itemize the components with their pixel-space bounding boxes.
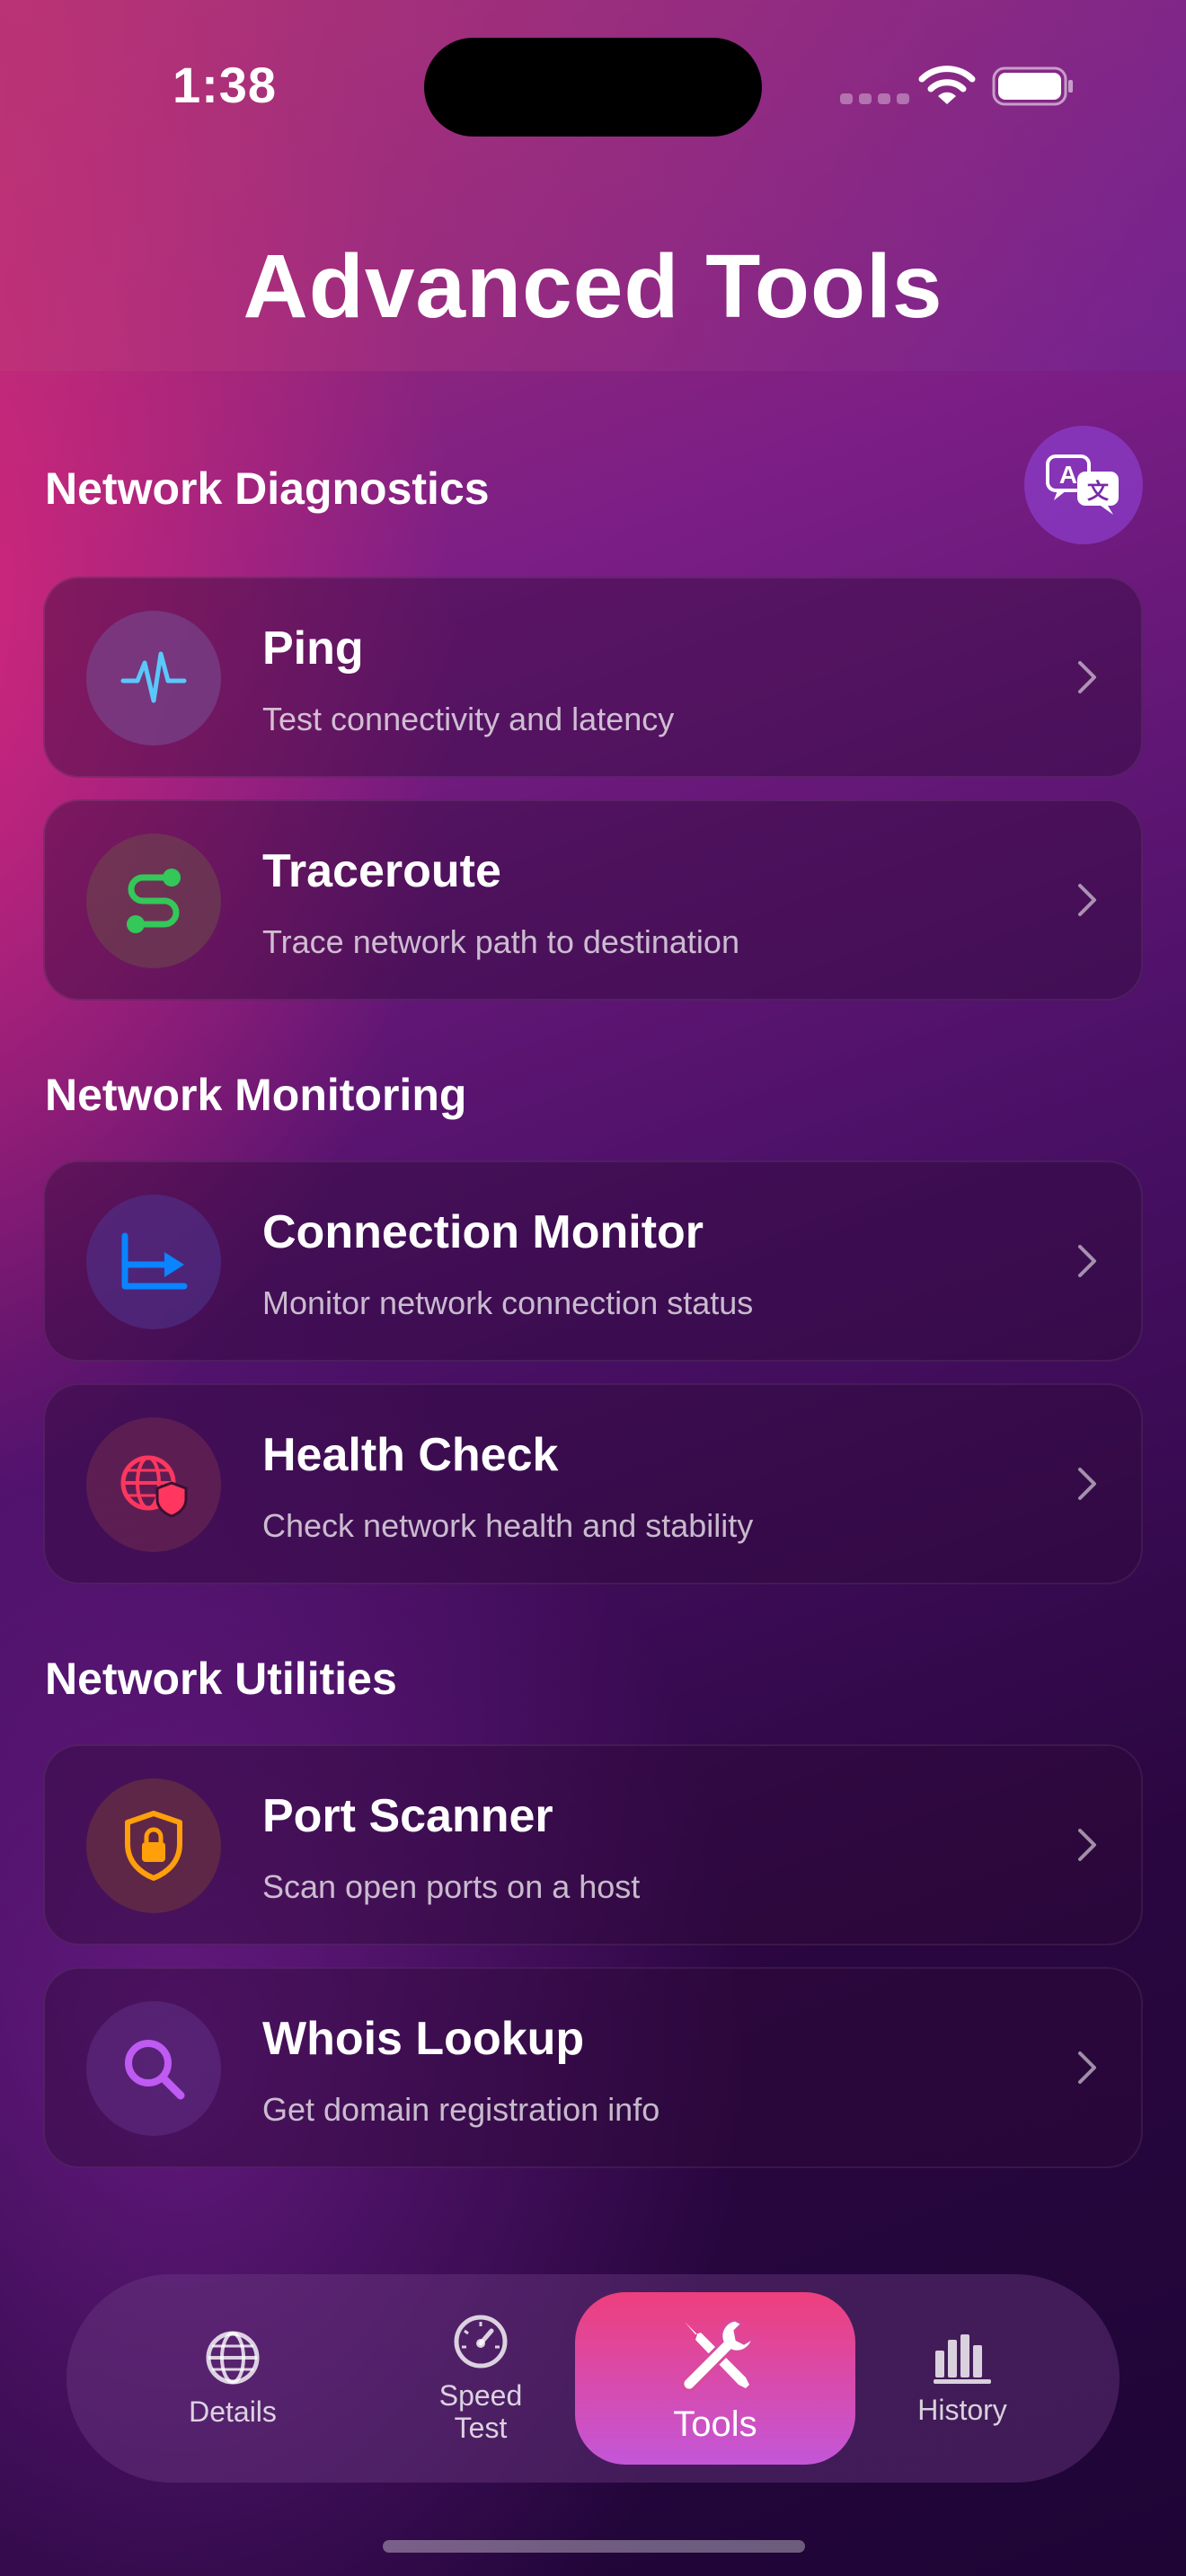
tool-title: Connection Monitor (262, 1206, 704, 1258)
battery-icon (992, 66, 1073, 106)
svg-text:文: 文 (1087, 479, 1110, 504)
wifi-icon (918, 66, 976, 104)
tab-bar: Details Speed Test Tools History (66, 2274, 1120, 2483)
status-time: 1:38 (172, 57, 278, 113)
lock-shield-icon (125, 1811, 182, 1881)
svg-text:A: A (1059, 461, 1077, 489)
globe-icon (206, 2331, 260, 2385)
tool-subtitle: Trace network path to destination (262, 923, 739, 960)
tool-title: Traceroute (262, 845, 501, 897)
tab-history[interactable]: History (850, 2274, 1075, 2483)
chevron-right-icon (1078, 661, 1096, 693)
tool-title: Port Scanner (262, 1790, 553, 1842)
tool-title: Whois Lookup (262, 2013, 585, 2065)
tab-tools[interactable]: Tools (575, 2292, 855, 2465)
dynamic-island (424, 38, 762, 137)
tool-subtitle: Scan open ports on a host (262, 1868, 641, 1905)
home-indicator (383, 2540, 805, 2553)
tool-card-connection-monitor[interactable]: Connection Monitor Monitor network conne… (43, 1160, 1143, 1362)
health-check-icon-badge (86, 1417, 221, 1552)
tab-label: Details (189, 2395, 277, 2428)
tool-subtitle: Get domain registration info (262, 2091, 660, 2128)
chevron-right-icon (1078, 1468, 1096, 1500)
section-title-monitoring: Network Monitoring (45, 1070, 467, 1120)
translate-icon: A 文 (1046, 454, 1119, 515)
chevron-right-icon (1078, 884, 1096, 916)
ping-icon-badge (86, 611, 221, 745)
tool-card-ping[interactable]: Ping Test connectivity and latency (43, 577, 1143, 778)
language-button[interactable]: A 文 (1024, 426, 1143, 544)
chevron-right-icon (1078, 1829, 1096, 1861)
tool-card-health-check[interactable]: Health Check Check network health and st… (43, 1383, 1143, 1584)
tab-label: Speed Test (438, 2379, 523, 2444)
chart-arrow-icon (121, 1232, 188, 1290)
magnifier-icon (125, 2040, 185, 2100)
speedometer-icon (454, 2315, 508, 2369)
section-title-diagnostics: Network Diagnostics (45, 463, 490, 514)
connection-monitor-icon-badge (86, 1195, 221, 1329)
tool-card-traceroute[interactable]: Traceroute Trace network path to destina… (43, 799, 1143, 1001)
tool-subtitle: Test connectivity and latency (262, 701, 675, 737)
chevron-right-icon (1078, 1245, 1096, 1277)
whois-icon-badge (86, 2001, 221, 2136)
tool-subtitle: Monitor network connection status (262, 1284, 754, 1321)
port-scanner-icon-badge (86, 1778, 221, 1913)
tool-title: Health Check (262, 1429, 559, 1481)
waveform-icon (120, 651, 187, 703)
tools-icon (681, 2317, 756, 2392)
tool-card-port-scanner[interactable]: Port Scanner Scan open ports on a host (43, 1744, 1143, 1945)
cellular-signal-icon (840, 93, 909, 104)
tool-title: Ping (262, 622, 364, 675)
traceroute-icon-badge (86, 834, 221, 968)
tool-subtitle: Check network health and stability (262, 1507, 754, 1544)
page-title: Advanced Tools (243, 236, 943, 337)
tool-card-whois-lookup[interactable]: Whois Lookup Get domain registration inf… (43, 1967, 1143, 2168)
tab-details[interactable]: Details (120, 2274, 345, 2483)
route-icon (127, 869, 181, 933)
chevron-right-icon (1078, 2051, 1096, 2084)
tab-label: Tools (673, 2404, 757, 2444)
bar-chart-icon (934, 2334, 991, 2384)
globe-shield-icon (120, 1455, 188, 1518)
tab-speed-test[interactable]: Speed Test (368, 2274, 593, 2483)
section-title-utilities: Network Utilities (45, 1654, 397, 1704)
tab-label: History (917, 2394, 1007, 2426)
